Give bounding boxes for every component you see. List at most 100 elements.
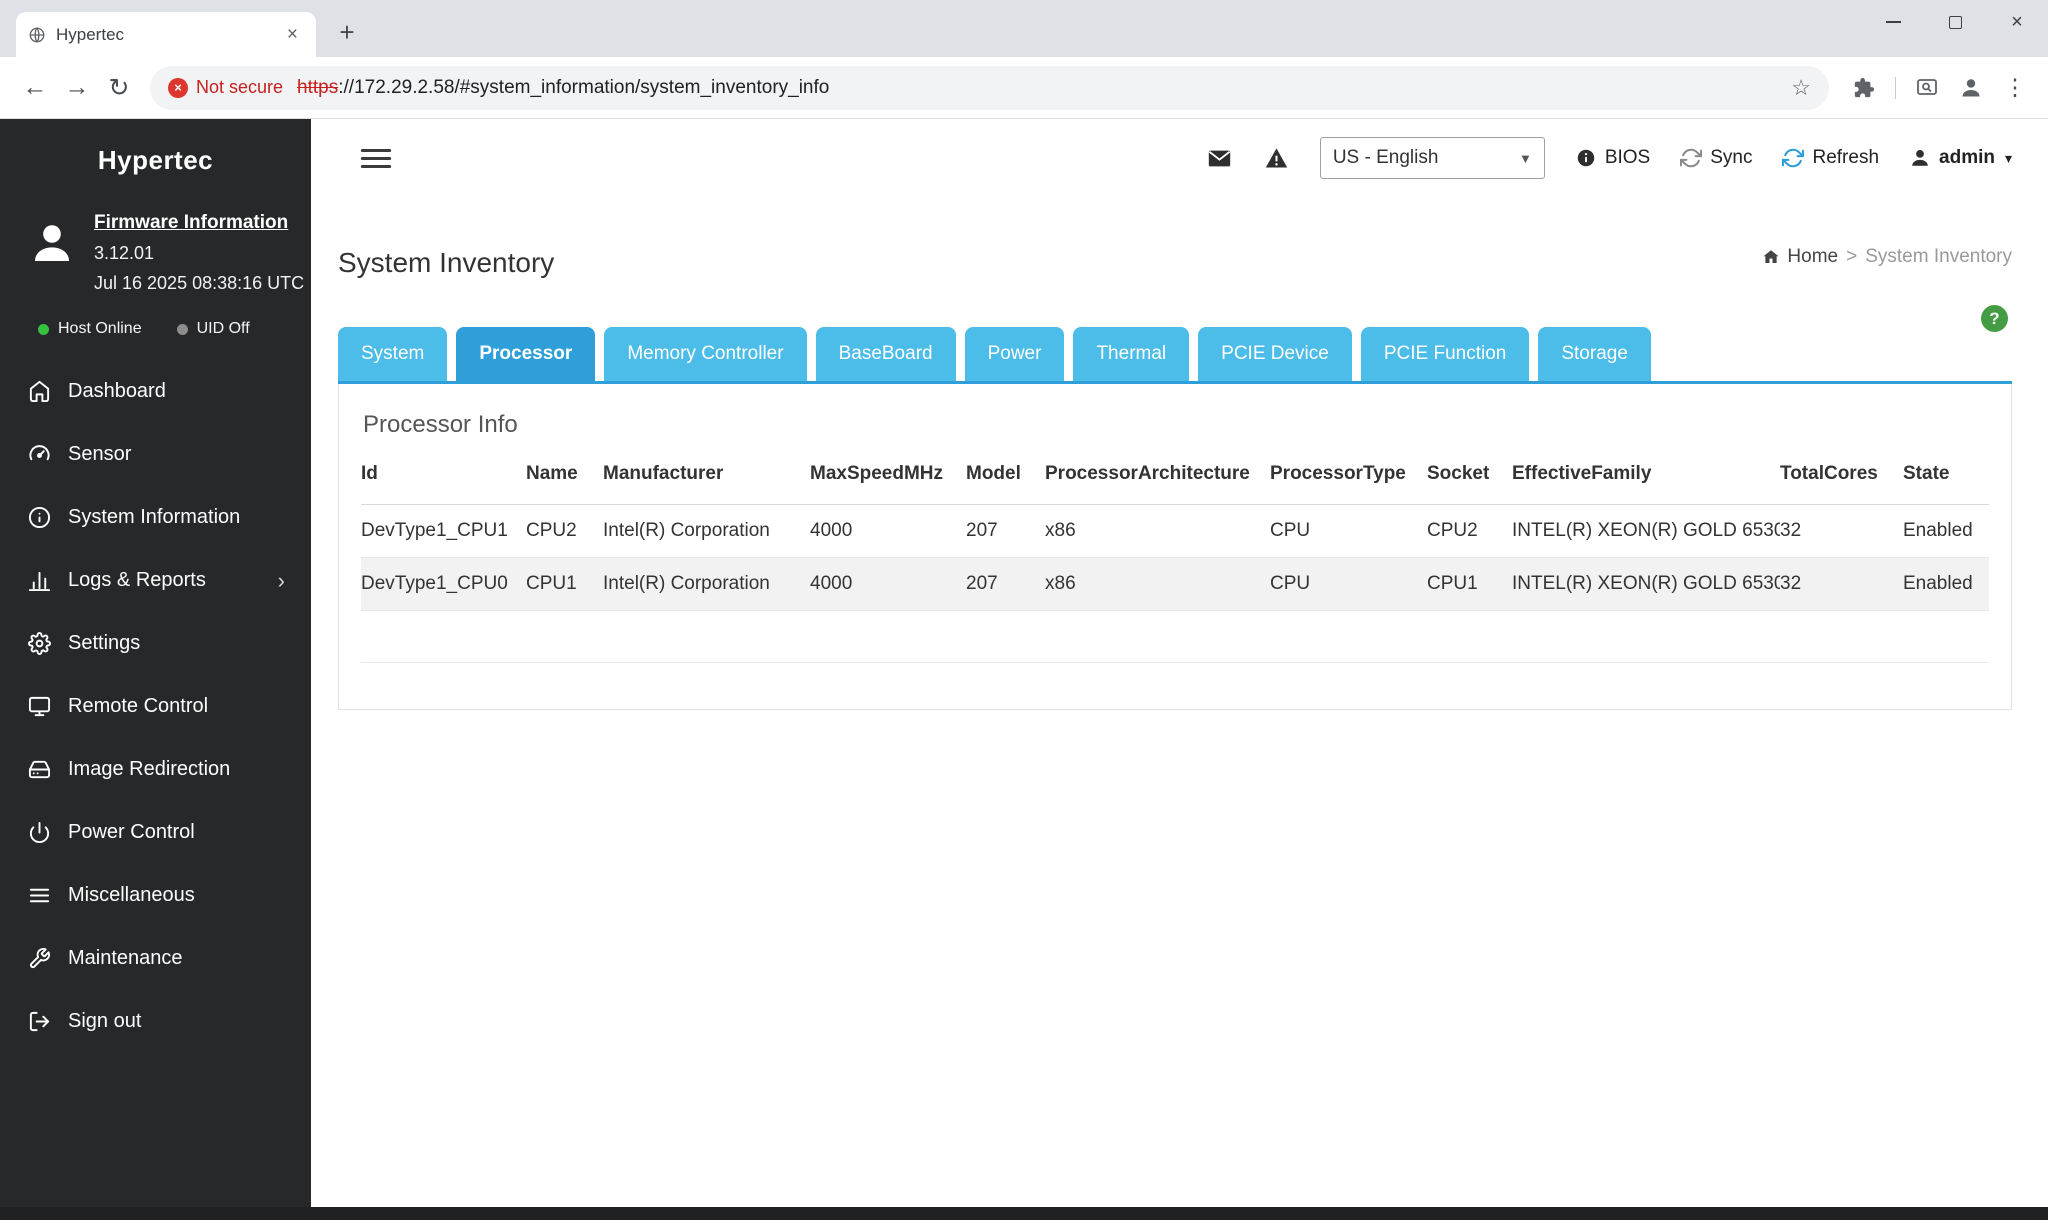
sidebar-item-dashboard[interactable]: Dashboard <box>0 360 311 423</box>
tab-system[interactable]: System <box>338 327 447 381</box>
bookmark-star-icon[interactable]: ☆ <box>1791 75 1811 101</box>
cell-cores: 32 <box>1780 558 1903 611</box>
browser-toolbar: ← → ↻ × Not secure https://172.29.2.58/#… <box>0 57 2048 119</box>
breadcrumb-separator: > <box>1846 246 1857 268</box>
column-header: Socket <box>1427 447 1512 505</box>
status-row: Host Online UID Off <box>38 320 311 338</box>
user-avatar-icon <box>28 218 76 266</box>
hamburger-menu-icon[interactable] <box>361 149 391 168</box>
sidebar-item-sign-out[interactable]: Sign out <box>0 990 311 1053</box>
not-secure-label[interactable]: Not secure <box>196 77 283 98</box>
column-header: ProcessorArchitecture <box>1045 447 1270 505</box>
sign-out-icon <box>28 1010 51 1033</box>
user-label: admin <box>1939 147 1995 169</box>
forward-button[interactable]: → <box>56 67 98 109</box>
tab-thermal[interactable]: Thermal <box>1073 327 1189 381</box>
cell-name: CPU2 <box>526 505 603 558</box>
url-scheme: https <box>297 77 338 98</box>
column-header: Name <box>526 447 603 505</box>
bios-button[interactable]: BIOS <box>1575 147 1650 169</box>
host-status-label: Host Online <box>58 320 142 338</box>
not-secure-icon[interactable]: × <box>168 78 188 98</box>
cell-maxspeed: 4000 <box>810 505 966 558</box>
cell-manufacturer: Intel(R) Corporation <box>603 505 810 558</box>
cell-maxspeed: 4000 <box>810 558 966 611</box>
close-button[interactable]: × <box>1986 0 2048 44</box>
uid-status-label: UID Off <box>197 320 250 338</box>
tab-memory-controller[interactable]: Memory Controller <box>604 327 806 381</box>
info-icon <box>28 506 51 529</box>
cell-id: DevType1_CPU0 <box>361 558 526 611</box>
cell-architecture: x86 <box>1045 558 1270 611</box>
firmware-information-link[interactable]: Firmware Information <box>94 212 304 234</box>
minimize-button[interactable] <box>1862 0 1924 44</box>
sidebar-item-remote-control[interactable]: Remote Control <box>0 675 311 738</box>
tab-pcie-function[interactable]: PCIE Function <box>1361 327 1530 381</box>
cell-state: Enabled <box>1903 505 1989 558</box>
cell-state: Enabled <box>1903 558 1989 611</box>
cell-name: CPU1 <box>526 558 603 611</box>
back-button[interactable]: ← <box>14 67 56 109</box>
cell-type: CPU <box>1270 558 1427 611</box>
brand-title: Hypertec <box>0 119 311 176</box>
table-header-row: Id Name Manufacturer MaxSpeedMHz Model P… <box>361 447 1989 505</box>
sidebar: Hypertec Firmware Information 3.12.01 Ju… <box>0 119 311 1207</box>
tab-storage[interactable]: Storage <box>1538 327 1651 381</box>
table-row[interactable]: DevType1_CPU0 CPU1 Intel(R) Corporation … <box>361 558 1989 611</box>
warning-icon[interactable] <box>1263 145 1290 172</box>
reload-button[interactable]: ↻ <box>98 67 140 109</box>
browser-menu-icon[interactable]: ⋮ <box>1996 69 2034 107</box>
sidebar-item-image-redirection[interactable]: Image Redirection <box>0 738 311 801</box>
cell-model: 207 <box>966 558 1045 611</box>
mail-icon[interactable] <box>1206 145 1233 172</box>
help-icon[interactable]: ? <box>1981 305 2008 332</box>
sidebar-item-power-control[interactable]: Power Control <box>0 801 311 864</box>
cell-family: INTEL(R) XEON(R) GOLD 6530 <box>1512 505 1780 558</box>
sync-button[interactable]: Sync <box>1680 147 1752 169</box>
cell-cores: 32 <box>1780 505 1903 558</box>
power-icon <box>28 821 51 844</box>
sidebar-item-sensor[interactable]: Sensor <box>0 423 311 486</box>
sidebar-item-miscellaneous[interactable]: Miscellaneous <box>0 864 311 927</box>
column-header: EffectiveFamily <box>1512 447 1780 505</box>
app-area: Hypertec Firmware Information 3.12.01 Ju… <box>0 119 2048 1207</box>
language-select[interactable]: US - English ▼ <box>1320 137 1545 179</box>
sidebar-nav: Dashboard Sensor System Information Logs… <box>0 360 311 1053</box>
sidebar-item-settings[interactable]: Settings <box>0 612 311 675</box>
column-header: MaxSpeedMHz <box>810 447 966 505</box>
bar-chart-icon <box>28 569 51 592</box>
table-row[interactable]: DevType1_CPU1 CPU2 Intel(R) Corporation … <box>361 505 1989 558</box>
tab-baseboard[interactable]: BaseBoard <box>816 327 956 381</box>
new-tab-button[interactable]: + <box>330 15 364 49</box>
tab-close-icon[interactable]: × <box>281 24 304 46</box>
address-bar[interactable]: × Not secure https://172.29.2.58/#system… <box>150 66 1829 110</box>
maximize-button[interactable] <box>1924 0 1986 44</box>
monitor-icon <box>28 695 51 718</box>
browser-tab[interactable]: Hypertec × <box>16 12 316 57</box>
user-menu[interactable]: admin ▾ <box>1909 147 2012 169</box>
tab-processor[interactable]: Processor <box>456 327 595 381</box>
select-caret-icon: ▼ <box>1519 151 1532 166</box>
gear-icon <box>28 632 51 655</box>
cell-family: INTEL(R) XEON(R) GOLD 6530 <box>1512 558 1780 611</box>
toolbar-right: ⋮ <box>1845 69 2034 107</box>
list-icon <box>28 884 51 907</box>
sidebar-item-logs-reports[interactable]: Logs & Reports › <box>0 549 311 612</box>
processor-info-panel: Processor Info Id Name Manufacturer <box>338 384 2012 710</box>
tab-power[interactable]: Power <box>965 327 1065 381</box>
breadcrumb-current: System Inventory <box>1865 246 2012 268</box>
breadcrumb-home[interactable]: Home <box>1762 246 1838 268</box>
bios-info-icon <box>1575 147 1597 169</box>
panel-heading: Processor Info <box>361 384 1989 447</box>
main-column: US - English ▼ BIOS Sync Refresh <box>311 119 2048 1207</box>
firmware-date: Jul 16 2025 08:38:16 UTC <box>94 273 304 294</box>
refresh-button[interactable]: Refresh <box>1782 147 1879 169</box>
sidebar-item-maintenance[interactable]: Maintenance <box>0 927 311 990</box>
extensions-puzzle-icon[interactable] <box>1845 69 1883 107</box>
table-empty-row <box>361 611 1989 663</box>
sidebar-item-system-information[interactable]: System Information <box>0 486 311 549</box>
profile-avatar-icon[interactable] <box>1952 69 1990 107</box>
page-search-icon[interactable] <box>1908 69 1946 107</box>
url-text[interactable]: https://172.29.2.58/#system_information/… <box>297 77 1779 99</box>
tab-pcie-device[interactable]: PCIE Device <box>1198 327 1352 381</box>
